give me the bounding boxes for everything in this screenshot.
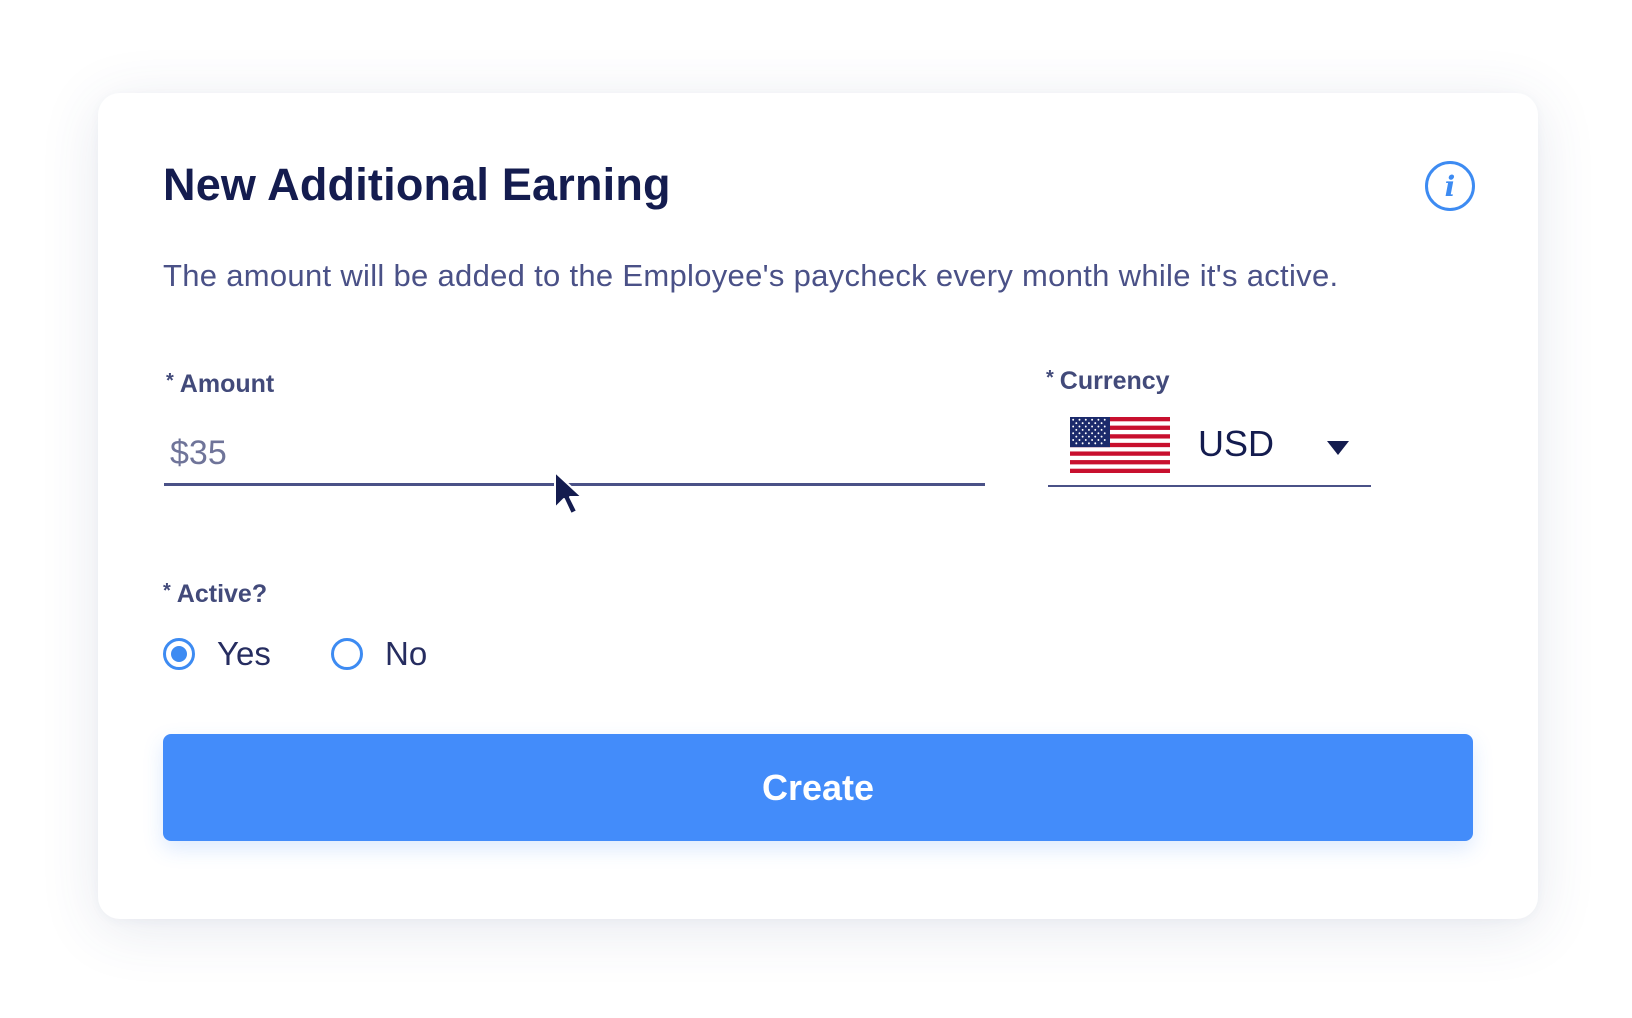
required-mark: *	[166, 370, 174, 392]
us-flag-icon	[1070, 417, 1170, 473]
radio-unchecked-icon[interactable]	[331, 638, 363, 670]
amount-label: * Amount	[166, 370, 274, 399]
currency-select[interactable]: USD	[1048, 413, 1371, 487]
radio-label-no: No	[385, 635, 428, 672]
form-title: New Additional Earning	[163, 159, 671, 210]
mouse-pointer-icon	[554, 471, 583, 515]
active-label-text: Active?	[176, 580, 268, 608]
radio-label-yes: Yes	[217, 635, 271, 672]
currency-label-text: Currency	[1059, 367, 1170, 395]
chevron-down-icon	[1327, 441, 1349, 455]
required-mark: *	[163, 580, 171, 602]
amount-label-text: Amount	[179, 370, 275, 398]
active-label: * Active?	[163, 580, 267, 609]
info-icon[interactable]: i	[1425, 161, 1475, 211]
create-button[interactable]: Create	[163, 734, 1473, 841]
required-mark: *	[1046, 367, 1054, 389]
form-description: The amount will be added to the Employee…	[163, 258, 1339, 293]
currency-label: * Currency	[1046, 367, 1170, 396]
currency-value: USD	[1198, 423, 1275, 464]
radio-option-yes[interactable]: Yes	[163, 634, 271, 674]
radio-checked-icon[interactable]	[163, 638, 195, 670]
new-earning-card: New Additional Earning i The amount will…	[98, 93, 1538, 919]
radio-option-no[interactable]: No	[331, 634, 427, 674]
